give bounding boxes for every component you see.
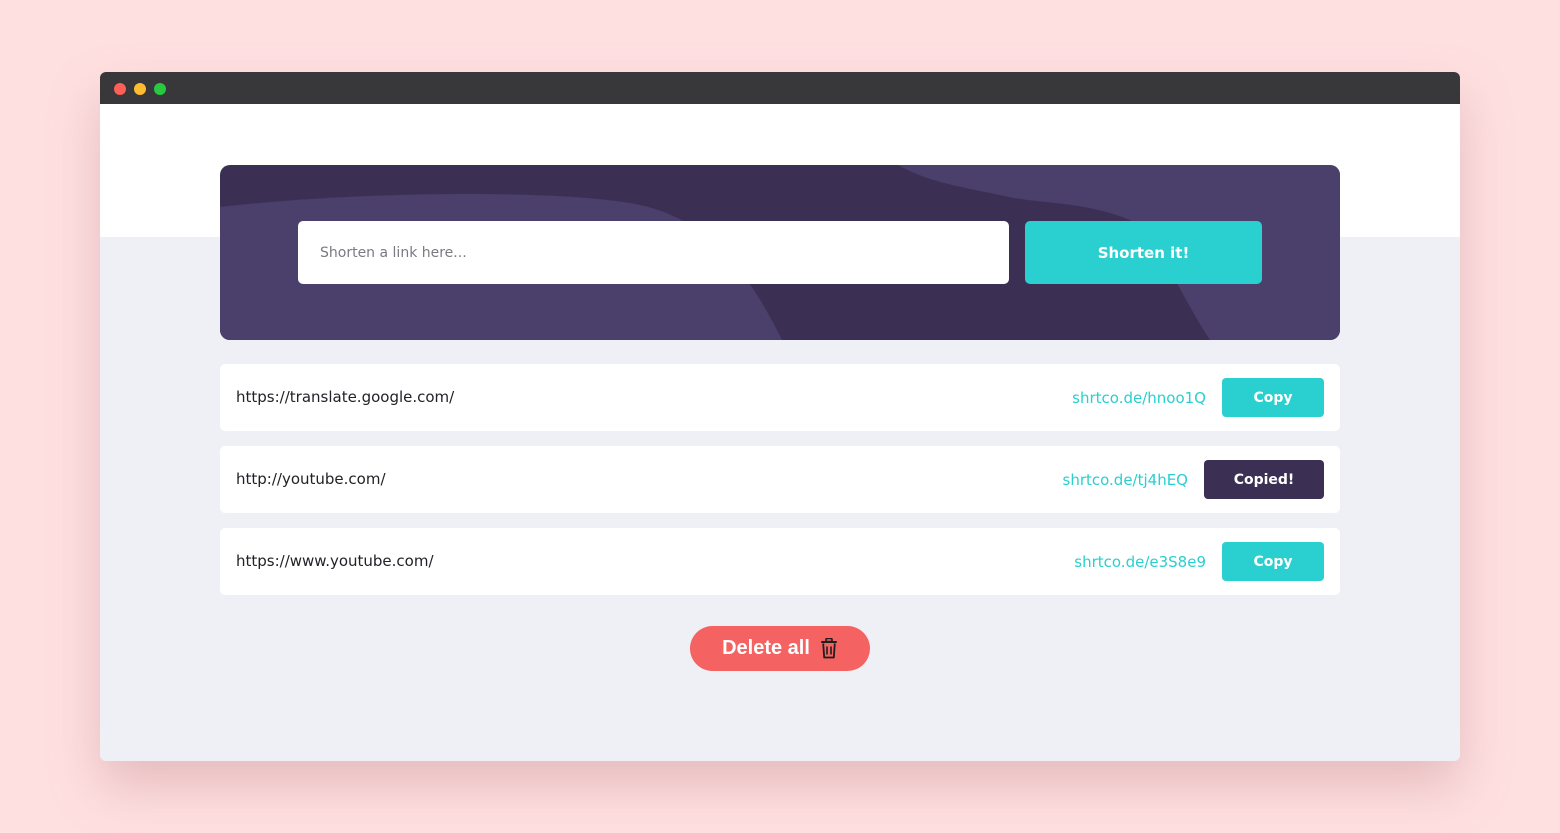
shorten-form: Shorten it! <box>220 165 1340 340</box>
maximize-window-icon[interactable] <box>154 83 166 95</box>
short-url-link[interactable]: shrtco.de/e3S8e9 <box>1074 553 1206 571</box>
link-result-row: https://www.youtube.com/ shrtco.de/e3S8e… <box>220 528 1340 595</box>
delete-all-label: Delete all <box>722 637 810 659</box>
short-url-link[interactable]: shrtco.de/tj4hEQ <box>1063 471 1189 489</box>
original-url: http://youtube.com/ <box>236 470 386 488</box>
link-result-row: http://youtube.com/ shrtco.de/tj4hEQ Cop… <box>220 446 1340 513</box>
copy-button[interactable]: Copy <box>1222 542 1324 581</box>
close-window-icon[interactable] <box>114 83 126 95</box>
original-url: https://translate.google.com/ <box>236 388 455 406</box>
minimize-window-icon[interactable] <box>134 83 146 95</box>
row-actions: shrtco.de/e3S8e9 Copy <box>1074 528 1324 595</box>
copied-button[interactable]: Copied! <box>1204 460 1324 499</box>
trash-icon <box>820 638 838 659</box>
row-actions: shrtco.de/hnoo1Q Copy <box>1072 364 1324 431</box>
row-actions: shrtco.de/tj4hEQ Copied! <box>1063 446 1324 513</box>
copy-button[interactable]: Copy <box>1222 378 1324 417</box>
short-url-link[interactable]: shrtco.de/hnoo1Q <box>1072 389 1206 407</box>
shorten-button[interactable]: Shorten it! <box>1025 221 1262 284</box>
original-url: https://www.youtube.com/ <box>236 552 434 570</box>
page-content: Shorten it! https://translate.google.com… <box>100 104 1460 761</box>
link-input[interactable] <box>298 221 1009 284</box>
delete-all-button[interactable]: Delete all <box>690 626 870 671</box>
link-result-row: https://translate.google.com/ shrtco.de/… <box>220 364 1340 431</box>
browser-window: Shorten it! https://translate.google.com… <box>100 72 1460 761</box>
window-titlebar <box>100 72 1460 104</box>
